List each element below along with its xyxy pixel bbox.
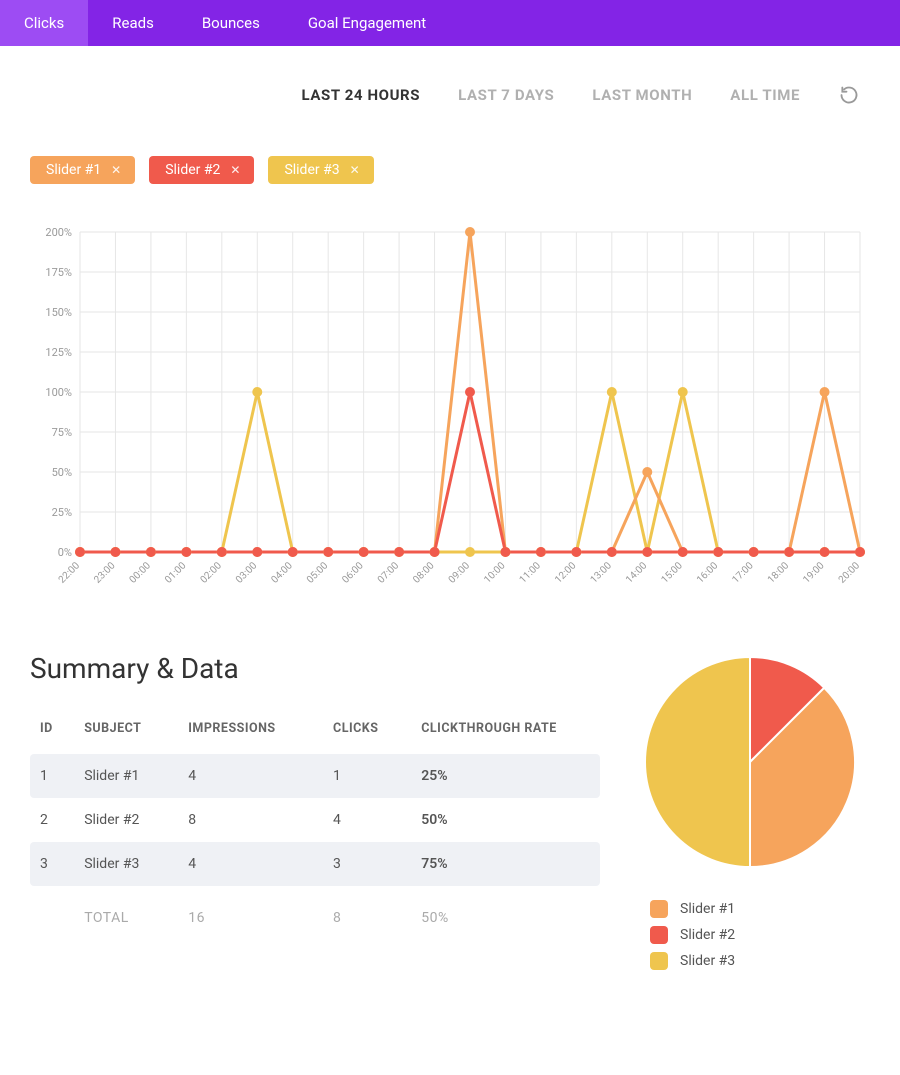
svg-text:125%: 125% [45,346,72,359]
slider-chips: Slider #1 ✕ Slider #2 ✕ Slider #3 ✕ [0,106,900,202]
cell-impressions: 8 [178,798,323,842]
col-clicks: CLICKS [323,711,411,754]
svg-text:05:00: 05:00 [305,560,331,586]
col-impressions: IMPRESSIONS [178,711,323,754]
svg-text:09:00: 09:00 [447,560,473,586]
pie-legend: Slider #1 Slider #2 Slider #3 [630,892,870,978]
cell-ctr: 50% [411,798,600,842]
svg-text:50%: 50% [52,466,72,479]
svg-text:00:00: 00:00 [128,560,154,586]
svg-text:08:00: 08:00 [411,560,437,586]
svg-text:19:00: 19:00 [801,560,827,586]
cell-id: 3 [30,842,74,886]
svg-text:10:00: 10:00 [482,560,508,586]
svg-text:200%: 200% [45,226,72,239]
legend-label: Slider #2 [680,927,735,943]
legend-label: Slider #3 [680,953,735,969]
chip-slider-3[interactable]: Slider #3 ✕ [268,156,373,184]
cell-clicks: 1 [323,754,411,798]
col-subject: SUBJECT [74,711,178,754]
reset-icon[interactable] [838,84,860,106]
svg-text:02:00: 02:00 [199,560,225,586]
svg-text:14:00: 14:00 [624,560,650,586]
svg-text:18:00: 18:00 [766,560,792,586]
cell-id: 2 [30,798,74,842]
line-chart: 0% 25% 50% 75% 100% 125% 150% 175% 200% 22:00 23:0… [0,202,900,602]
svg-text:25%: 25% [52,506,72,519]
tab-bounces[interactable]: Bounces [178,0,284,46]
chip-slider-2[interactable]: Slider #2 ✕ [149,156,254,184]
cell-id: 1 [30,754,74,798]
svg-text:75%: 75% [52,426,72,439]
tab-reads[interactable]: Reads [88,0,178,46]
legend-label: Slider #1 [680,901,735,917]
svg-text:13:00: 13:00 [589,560,615,586]
svg-text:150%: 150% [45,306,72,319]
swatch [650,926,668,944]
tab-goal[interactable]: Goal Engagement [284,0,450,46]
svg-text:0%: 0% [58,546,72,559]
swatch [650,952,668,970]
cell-subject: Slider #3 [74,842,178,886]
legend-item: Slider #1 [650,900,870,918]
close-icon[interactable]: ✕ [111,163,121,177]
svg-text:01:00: 01:00 [163,560,189,586]
svg-text:100%: 100% [45,386,72,399]
svg-text:11:00: 11:00 [518,560,544,586]
col-ctr: CLICKTHROUGH RATE [411,711,600,754]
chip-label: Slider #2 [165,162,220,178]
range-month[interactable]: LAST MONTH [592,86,692,104]
svg-text:15:00: 15:00 [659,560,685,586]
cell-ctr: 75% [411,842,600,886]
legend-item: Slider #3 [650,952,870,970]
close-icon[interactable]: ✕ [230,163,240,177]
svg-text:22:00: 22:00 [57,560,83,586]
svg-text:20:00: 20:00 [837,560,863,586]
table-row: 3Slider #34375% [30,842,600,886]
chip-label: Slider #1 [46,162,101,178]
range-tabs: LAST 24 HOURS LAST 7 DAYS LAST MONTH ALL… [0,46,900,106]
summary-title: Summary & Data [30,652,600,685]
table-row: 2Slider #28450% [30,798,600,842]
cell-subject: Slider #1 [74,754,178,798]
svg-text:17:00: 17:00 [730,560,756,586]
top-tabs: Clicks Reads Bounces Goal Engagement [0,0,900,46]
cell-subject: Slider #2 [74,798,178,842]
cell-impressions: 4 [178,842,323,886]
svg-text:04:00: 04:00 [269,560,295,586]
total-clicks: 8 [323,886,411,936]
svg-text:16:00: 16:00 [695,560,721,586]
range-24h[interactable]: LAST 24 HOURS [302,86,421,104]
range-7d[interactable]: LAST 7 DAYS [458,86,554,104]
summary-section: Summary & Data ID SUBJECT IMPRESSIONS CL… [0,602,900,1008]
total-impressions: 16 [178,886,323,936]
summary-table: ID SUBJECT IMPRESSIONS CLICKS CLICKTHROU… [30,711,600,936]
close-icon[interactable]: ✕ [350,163,360,177]
legend-item: Slider #2 [650,926,870,944]
total-ctr: 50% [411,886,600,936]
pie-chart [640,652,860,872]
svg-text:23:00: 23:00 [92,560,118,586]
cell-clicks: 3 [323,842,411,886]
swatch [650,900,668,918]
range-all[interactable]: ALL TIME [730,86,800,104]
cell-impressions: 4 [178,754,323,798]
svg-text:12:00: 12:00 [553,560,579,586]
col-id: ID [30,711,74,754]
chip-label: Slider #3 [284,162,339,178]
table-row: 1Slider #14125% [30,754,600,798]
cell-clicks: 4 [323,798,411,842]
pie-chart-wrap: Slider #1 Slider #2 Slider #3 [630,652,870,978]
cell-ctr: 25% [411,754,600,798]
svg-text:06:00: 06:00 [340,560,366,586]
chip-slider-1[interactable]: Slider #1 ✕ [30,156,135,184]
total-label: TOTAL [74,886,178,936]
svg-text:03:00: 03:00 [234,560,260,586]
svg-text:175%: 175% [45,266,72,279]
table-total-row: TOTAL 16 8 50% [30,886,600,936]
tab-clicks[interactable]: Clicks [0,0,88,46]
svg-text:07:00: 07:00 [376,560,402,586]
